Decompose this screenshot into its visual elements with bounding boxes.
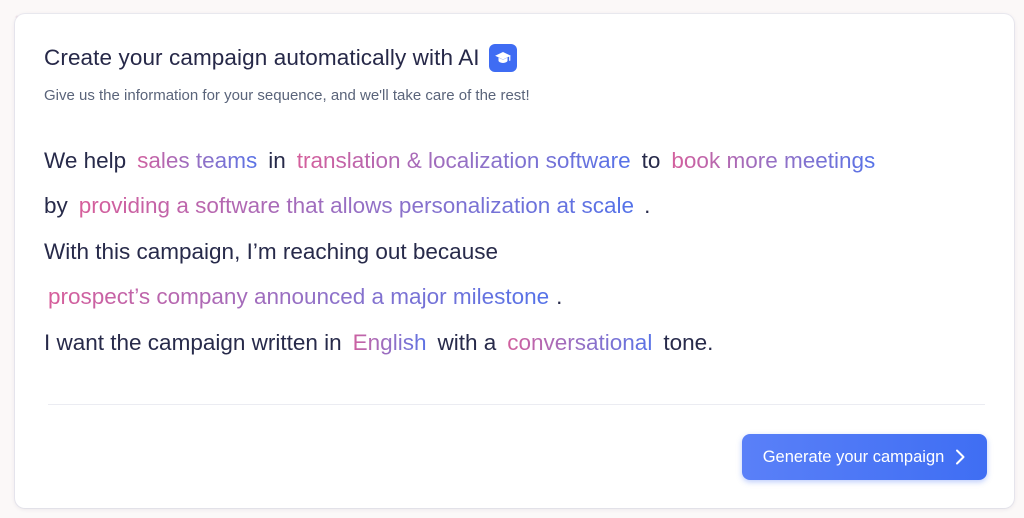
static-text: tone. — [663, 329, 714, 355]
sentence-line-1: We help sales teams in translation & loc… — [44, 138, 1004, 184]
method-field[interactable]: providing a software that allows persona… — [72, 193, 641, 219]
campaign-card: Create your campaign automatically with … — [15, 14, 1014, 508]
static-text: With this campaign, I’m reaching out bec… — [44, 238, 498, 264]
page-title: Create your campaign automatically with … — [44, 45, 480, 70]
generate-campaign-button[interactable]: Generate your campaign — [742, 434, 987, 480]
sentence-line-3: With this campaign, I’m reaching out bec… — [44, 229, 1004, 275]
campaign-sentence: We help sales teams in translation & loc… — [44, 138, 1004, 366]
static-text: We help — [44, 147, 127, 173]
sentence-line-4: prospect’s company announced a major mil… — [44, 275, 1004, 321]
title-row: Create your campaign automatically with … — [44, 42, 530, 74]
tone-field[interactable]: conversational — [500, 330, 659, 356]
sentence-line-2: by providing a software that allows pers… — [44, 184, 1004, 230]
static-text: in — [268, 147, 286, 173]
language-field[interactable]: English — [346, 330, 434, 356]
card-header: Create your campaign automatically with … — [44, 42, 530, 104]
static-text: . — [644, 193, 651, 219]
static-text: to — [641, 147, 661, 173]
static-text: . — [556, 284, 563, 310]
sentence-line-5: I want the campaign written in English w… — [44, 320, 1004, 366]
goal-field[interactable]: book more meetings — [664, 148, 882, 174]
ai-badge — [488, 44, 517, 72]
static-text: with a — [437, 329, 497, 355]
chevron-right-icon — [954, 448, 966, 466]
reason-field[interactable]: prospect’s company announced a major mil… — [44, 284, 556, 310]
page-subtitle: Give us the information for your sequenc… — [44, 87, 530, 104]
audience-field[interactable]: sales teams — [130, 148, 264, 174]
generate-campaign-label: Generate your campaign — [762, 447, 945, 466]
divider — [48, 404, 985, 405]
static-text: I want the campaign written in — [44, 329, 342, 355]
graduation-cap-icon — [494, 52, 511, 63]
static-text: by — [44, 193, 68, 219]
industry-field[interactable]: translation & localization software — [290, 148, 638, 174]
